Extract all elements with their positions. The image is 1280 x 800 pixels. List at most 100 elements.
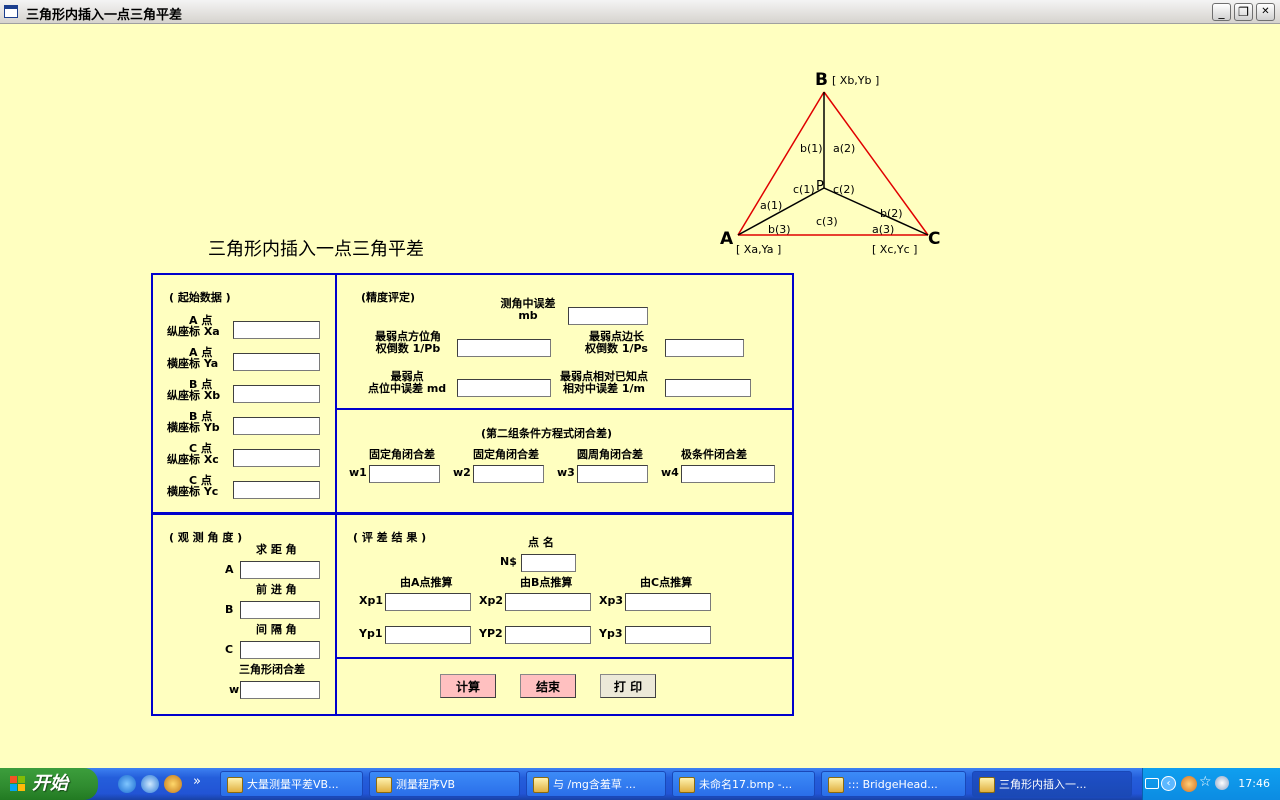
angle-a3: a(3) — [872, 223, 894, 236]
closure-label: w2 — [453, 466, 471, 479]
point-name-input[interactable] — [521, 554, 576, 572]
quicklaunch-chevron[interactable]: » — [193, 774, 201, 789]
page-heading: 三角形内插入一点三角平差 — [208, 239, 424, 260]
network-icon[interactable] — [1215, 776, 1229, 790]
taskbar-item[interactable]: 大量测量平差VB... — [220, 771, 363, 797]
taskbar-item[interactable]: 三角形内插入一... — [972, 771, 1132, 797]
window-icon — [533, 777, 549, 793]
star-icon[interactable]: ☆ — [1199, 774, 1212, 790]
precision-title: (精度评定) — [361, 291, 416, 304]
side-ab — [737, 91, 825, 236]
closure-header: 圆周角闭合差 — [577, 448, 643, 461]
closure-input[interactable] — [369, 465, 440, 483]
side-bc — [823, 91, 929, 236]
system-tray: ‹ ☆ 17:46 — [1142, 768, 1280, 800]
m-input[interactable] — [665, 379, 751, 397]
minimize-button[interactable]: _ — [1212, 3, 1231, 21]
end-button[interactable]: 结束 — [520, 674, 576, 698]
start-data-title: ( 起始数据 ) — [169, 291, 231, 304]
windows-flag-icon — [10, 776, 25, 791]
closure-label: w1 — [349, 466, 367, 479]
browser-quicklaunch-icon[interactable] — [141, 775, 159, 793]
result-x-input[interactable] — [385, 593, 471, 611]
closure-input[interactable] — [577, 465, 648, 483]
calculate-button[interactable]: 计算 — [440, 674, 496, 698]
observed-angle-input[interactable] — [240, 681, 320, 699]
angle-a2: a(2) — [833, 142, 855, 155]
title-bar[interactable]: 三角形内插入一点三角平差 _ ❐ ✕ — [0, 0, 1280, 24]
mb-label: 测角中误差 mb — [495, 298, 561, 322]
point-p-label: P — [816, 179, 824, 194]
start-field-input[interactable] — [233, 353, 320, 371]
keyboard-icon[interactable] — [1145, 778, 1159, 789]
taskbar-item-label: 与 /mg含羞草 ... — [553, 778, 636, 791]
angle-a1: a(1) — [760, 199, 782, 212]
result-x-input[interactable] — [625, 593, 711, 611]
m-label-line2: 相对中误差 1/m — [563, 382, 645, 395]
start-field-input[interactable] — [233, 321, 320, 339]
result-y-input[interactable] — [385, 626, 471, 644]
angle-c2: c(2) — [833, 183, 855, 196]
app-window-icon — [4, 5, 18, 18]
taskbar-item[interactable]: 未命名17.bmp -... — [672, 771, 815, 797]
ps-label-line2: 权倒数 1/Ps — [585, 342, 648, 355]
start-field-label: 纵座标 Xb — [167, 389, 221, 402]
closure-label: w4 — [661, 466, 679, 479]
result-y-input[interactable] — [505, 626, 591, 644]
vertex-b-label: B — [815, 70, 828, 90]
closure-panel: (第二组条件方程式闭合差) — [335, 408, 794, 514]
result-y-input[interactable] — [625, 626, 711, 644]
observed-angle-input[interactable] — [240, 561, 320, 579]
observed-angle-input[interactable] — [240, 601, 320, 619]
vertex-c-coord: [ Xc,Yc ] — [872, 243, 917, 256]
window-icon — [828, 777, 844, 793]
start-field-input[interactable] — [233, 417, 320, 435]
start-field-label: 横座标 Yc — [167, 485, 219, 498]
observed-angle-header: 间 隔 角 — [256, 623, 297, 636]
start-field-input[interactable] — [233, 385, 320, 403]
result-column-header: 由C点推算 — [640, 576, 693, 589]
taskbar-item[interactable]: 测量程序VB — [369, 771, 520, 797]
pb-input[interactable] — [457, 339, 551, 357]
mb-input[interactable] — [568, 307, 648, 325]
result-x-label: Xp1 — [359, 594, 384, 607]
result-y-label: YP2 — [479, 627, 503, 640]
observed-angle-header: 三角形闭合差 — [239, 663, 305, 676]
maximize-button[interactable]: ❐ — [1234, 3, 1253, 21]
observed-angle-header: 求 距 角 — [256, 543, 297, 556]
start-field-input[interactable] — [233, 449, 320, 467]
window-icon — [376, 777, 392, 793]
ie-quicklaunch-icon[interactable] — [118, 775, 136, 793]
start-field-input[interactable] — [233, 481, 320, 499]
closure-title: (第二组条件方程式闭合差) — [481, 427, 613, 440]
close-button[interactable]: ✕ — [1256, 3, 1275, 21]
start-button[interactable]: 开始 — [0, 768, 98, 800]
users-icon[interactable] — [1181, 776, 1197, 792]
result-x-label: Xp2 — [479, 594, 504, 607]
ps-input[interactable] — [665, 339, 744, 357]
angle-c1: c(1) — [793, 183, 815, 196]
taskbar-item[interactable]: 与 /mg含羞草 ... — [526, 771, 666, 797]
closure-input[interactable] — [473, 465, 544, 483]
observed-angles-title: ( 观 测 角 度 ) — [169, 531, 243, 544]
triangle-diagram: B [ Xb,Yb ] A [ Xa,Ya ] C [ Xc,Yc ] P b(… — [720, 70, 940, 256]
clock[interactable]: 17:46 — [1238, 777, 1270, 790]
observed-angle-label: B — [225, 603, 234, 616]
print-button[interactable]: 打 印 — [600, 674, 656, 698]
taskbar-item-label: 测量程序VB — [396, 778, 456, 791]
result-x-input[interactable] — [505, 593, 591, 611]
start-field-label: 横座标 Yb — [167, 421, 220, 434]
observed-angle-input[interactable] — [240, 641, 320, 659]
tray-expand-icon[interactable]: ‹ — [1161, 776, 1176, 791]
md-input[interactable] — [457, 379, 551, 397]
pb-label: 最弱点方位角 权倒数 1/Pb — [375, 331, 441, 355]
taskbar-item-label: ::: BridgeHead... — [848, 778, 938, 791]
angle-c3: c(3) — [816, 215, 838, 228]
window-icon — [979, 777, 995, 793]
result-column-header: 由A点推算 — [400, 576, 453, 589]
app-quicklaunch-icon[interactable] — [164, 775, 182, 793]
taskbar-item-label: 大量测量平差VB... — [247, 778, 339, 791]
closure-input[interactable] — [681, 465, 775, 483]
result-y-label: Yp3 — [599, 627, 623, 640]
taskbar-item[interactable]: ::: BridgeHead... — [821, 771, 966, 797]
